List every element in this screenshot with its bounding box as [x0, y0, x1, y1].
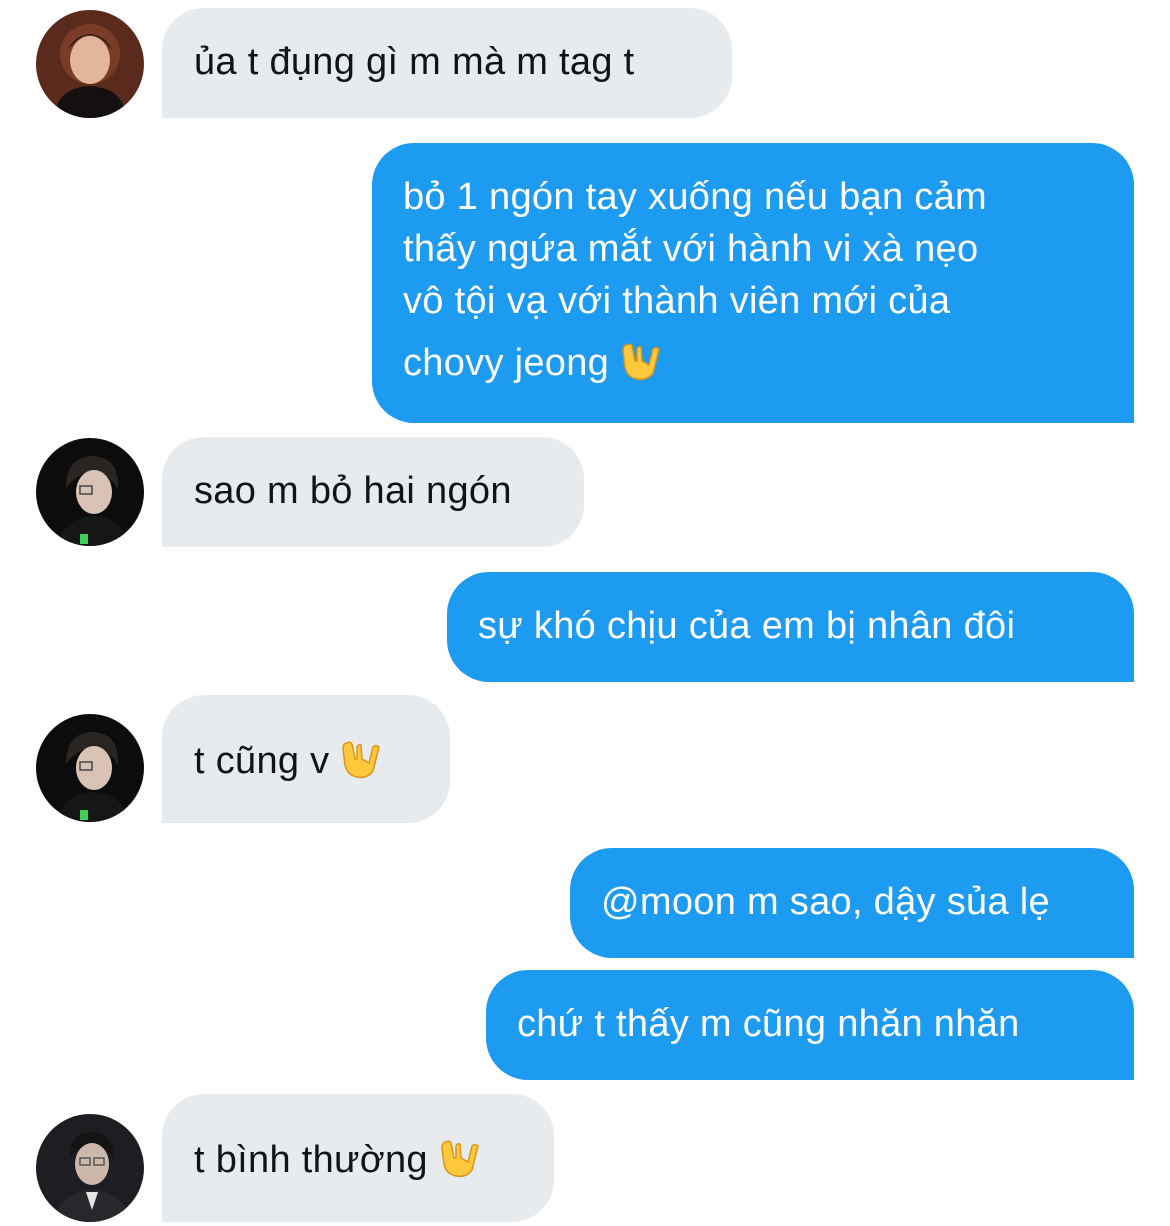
message-bubble-incoming[interactable]: t cũng v [162, 695, 450, 823]
message-text: ủa t đụng gì m mà m tag t [194, 41, 635, 83]
message-bubble-outgoing[interactable]: sự khó chịu của em bị nhân đôi [447, 572, 1134, 682]
message-bubble-outgoing[interactable]: @moon m sao, dậy sủa lẹ [570, 848, 1134, 958]
message-bubble-incoming[interactable]: t bình thường [162, 1094, 554, 1222]
message-text: @moon m sao, dậy sủa lẹ [601, 881, 1050, 923]
message-line: chovy jeong [403, 342, 610, 384]
message-bubble-incoming[interactable]: ủa t đụng gì m mà m tag t [162, 8, 732, 118]
message-text: t bình thường [194, 1139, 428, 1181]
avatar-user-2[interactable] [36, 438, 144, 546]
message-text: chứ t thấy m cũng nhăn nhăn [517, 1003, 1020, 1045]
avatar-user-2[interactable] [36, 714, 144, 822]
message-line: vô tội vạ với thành viên mới của [403, 280, 951, 322]
avatar-user-1[interactable] [36, 10, 144, 118]
message-text: sự khó chịu của em bị nhân đôi [478, 605, 1016, 647]
avatar-user-3[interactable] [36, 1114, 144, 1222]
message-bubble-incoming[interactable]: sao m bỏ hai ngón [162, 437, 584, 547]
message-text: t cũng v [194, 740, 330, 782]
sign-of-the-horns-emoji [438, 1136, 482, 1180]
message-line: bỏ 1 ngón tay xuống nếu bạn cảm [403, 176, 987, 218]
message-line: thấy ngứa mắt với hành vi xà nẹo [403, 228, 979, 270]
sign-of-the-horns-emoji [619, 339, 663, 383]
message-bubble-outgoing[interactable]: bỏ 1 ngón tay xuống nếu bạn cảm thấy ngứ… [372, 143, 1134, 423]
message-bubble-outgoing[interactable]: chứ t thấy m cũng nhăn nhăn [486, 970, 1134, 1080]
sign-of-the-horns-emoji [339, 737, 383, 781]
message-text: sao m bỏ hai ngón [194, 470, 512, 512]
